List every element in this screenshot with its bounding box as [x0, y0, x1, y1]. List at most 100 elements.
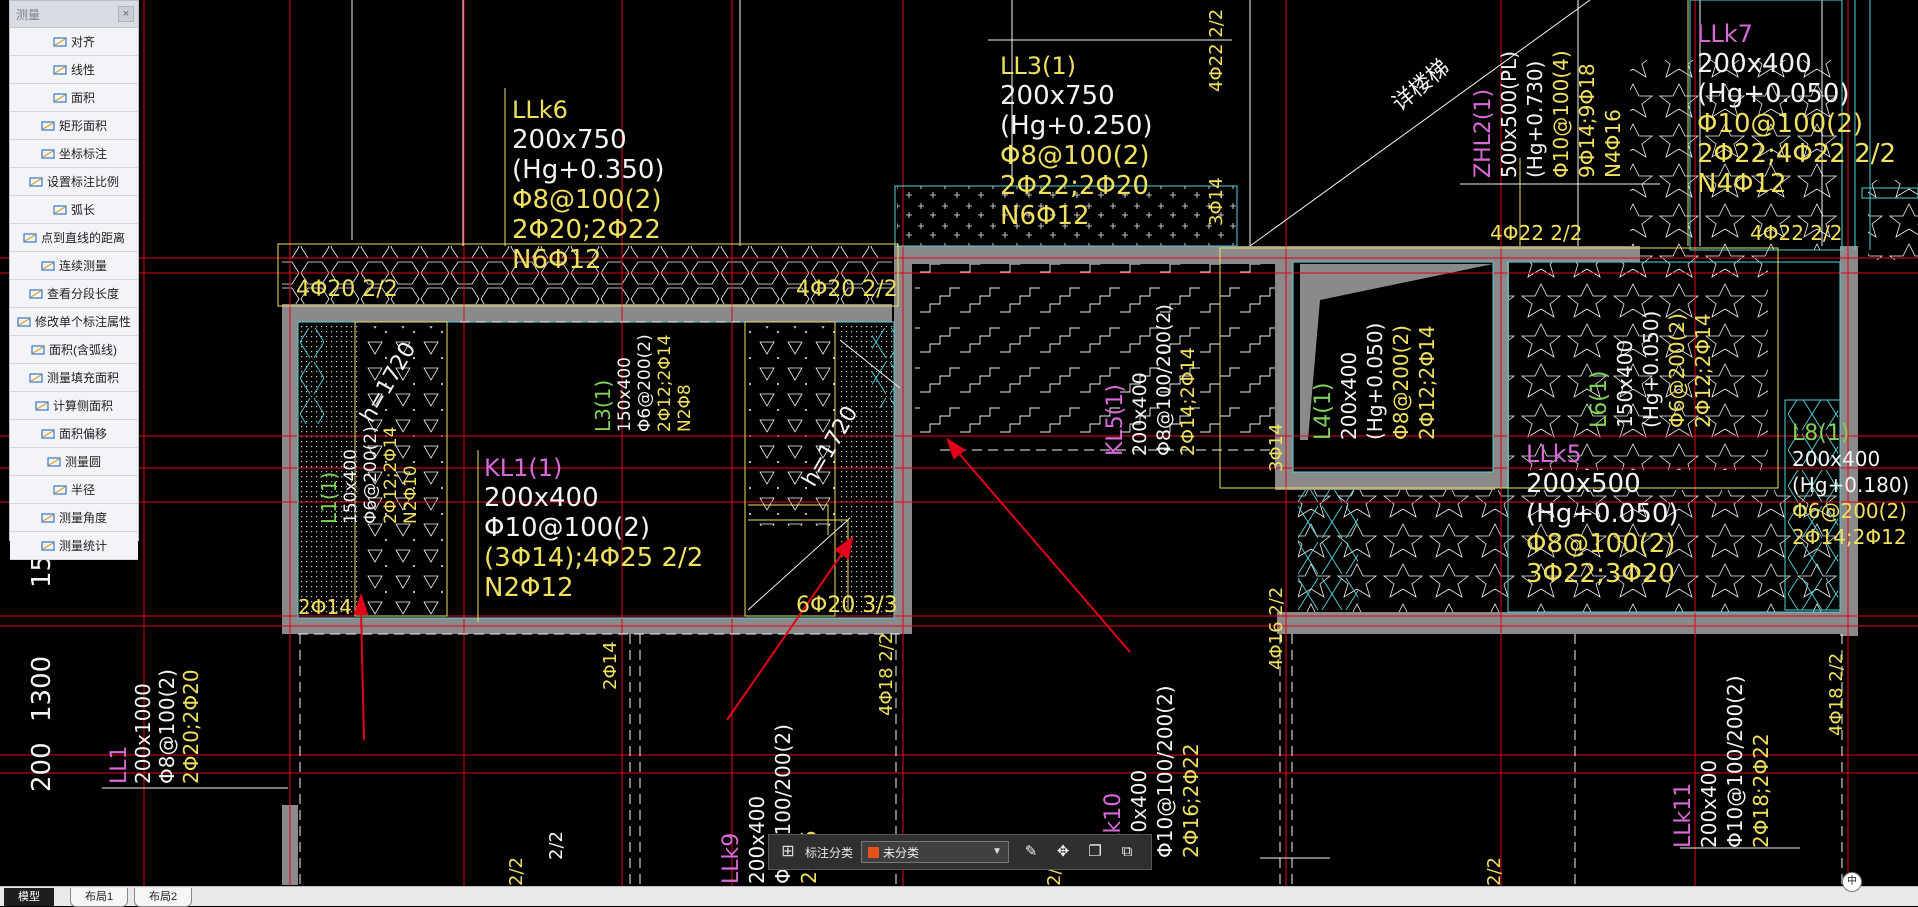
move-icon[interactable]: ✥ [1053, 842, 1073, 862]
rebar-note: 4Φ20 2/2 [296, 277, 398, 302]
continuous-measure-icon [41, 260, 55, 271]
beam-id: ZHL2(1) [1471, 89, 1496, 178]
beam-spec: Φ8@100/200(2) [1153, 304, 1175, 456]
area-offset-icon [41, 428, 55, 439]
beam-spec: Φ10@100/200(2) [1723, 675, 1747, 848]
edit-icon[interactable]: ✎ [1021, 842, 1041, 862]
tool-label: 测量角度 [58, 511, 107, 525]
tool-list: 对齐线性面积 矩形面积坐标标注设置标注比例弧长 点到直线的距离连续测量查看分段长度修… [10, 28, 138, 560]
beam-spec: 2Φ12;2Φ14 [1691, 313, 1715, 428]
beam-spec: 2Φ12;2Φ14 [1415, 325, 1439, 440]
side-area-icon [35, 400, 49, 411]
tool-label: 线性 [70, 63, 95, 77]
radius-icon [53, 484, 67, 495]
rect-area-icon [41, 120, 55, 131]
beam-spec: 2Φ20;2Φ20 [179, 669, 203, 784]
rebar-note: 3Φ14 [1266, 423, 1287, 472]
beam-id: KL1(1) [484, 454, 562, 482]
beam-spec: N2Φ8 [675, 384, 695, 432]
tool-label: 查看分段长度 [46, 287, 119, 301]
annotation-category-select[interactable]: 未分类 ▼ [861, 841, 1010, 863]
beam-spec: 2Φ14;2Φ14 [1177, 347, 1199, 456]
tool-statistics[interactable]: 测量统计 [10, 532, 138, 560]
tab-layout1[interactable]: 布局1 [70, 888, 129, 907]
close-icon[interactable]: × [118, 6, 134, 22]
beam-id: LLk9 [719, 833, 744, 884]
beam-spec: 200x400 [745, 796, 769, 884]
beam-spec: 200x400 [1697, 760, 1721, 848]
category-color-swatch [868, 846, 880, 858]
tool-side-area[interactable]: 计算侧面积 [10, 392, 138, 420]
tool-rect-area[interactable]: 矩形面积 [10, 112, 138, 140]
tool-label: 连续测量 [58, 259, 107, 273]
beam-spec: 2Φ14;2Φ12 [1792, 525, 1907, 549]
beam-spec: 150x400 [1613, 340, 1637, 428]
measure-panel: 测量 × 对齐 线性 面积 矩形面积 坐标标注 设置标注比例 弧长 点到直线的距离 连续测量 查看… [9, 0, 139, 560]
tool-label: 面积偏移 [58, 427, 107, 441]
statistics-icon [41, 540, 55, 551]
layout-tab-bar: 模型 布局1 布局2 [0, 886, 1918, 907]
beam-spec: N6Φ12 [1000, 201, 1090, 231]
linear-dimension-icon [53, 64, 67, 75]
tool-linear-dimension[interactable]: 线性 [10, 56, 138, 84]
rebar-note: 2Φ14 [600, 641, 621, 690]
rebar-note: 4Φ18 2/2 [1826, 653, 1847, 736]
grid-icon[interactable]: ⊞ [779, 843, 797, 861]
beam-spec: Φ10@100(2) [484, 513, 650, 543]
dimension-text: 200 [27, 742, 57, 792]
tool-area-arc[interactable]: 面积(含弧线) [10, 336, 138, 364]
beam-spec: Φ10@100(2) [1697, 109, 1863, 139]
beam-spec: (Hg+0.730) [1523, 61, 1547, 178]
chevron-down-icon: ▼ [992, 846, 1003, 857]
rebar-note: 2/2 [506, 857, 527, 886]
tool-align[interactable]: 对齐 [10, 28, 138, 56]
tool-coordinate[interactable]: 坐标标注 [10, 140, 138, 168]
beam-id: L3(1) [591, 380, 615, 432]
ime-indicator[interactable]: 中 [1842, 872, 1862, 892]
tool-edit-dimension[interactable]: 修改单个标注属性 [10, 308, 138, 336]
beam-spec: N2Φ10 [401, 465, 421, 524]
beam-spec: 3Φ22;3Φ20 [1526, 559, 1675, 589]
copy-icon[interactable]: ❐ [1085, 842, 1105, 862]
beam-spec: 2Φ12;2Φ14 [655, 335, 675, 432]
tool-area[interactable]: 面积 [10, 84, 138, 112]
arc-length-icon [53, 204, 67, 215]
beam-id: KL5(1) [1103, 384, 1128, 456]
beam-spec: 2Φ20;2Φ22 [512, 215, 661, 245]
tool-label: 半径 [70, 483, 95, 497]
beam-spec: (Hg+0.050) [1526, 499, 1679, 529]
tool-label: 对齐 [70, 35, 95, 49]
tool-hatch-area[interactable]: 测量填充面积 [10, 364, 138, 392]
tool-continuous-measure[interactable]: 连续测量 [10, 252, 138, 280]
tool-circle[interactable]: 测量圆 [10, 448, 138, 476]
tool-angle[interactable]: 测量角度 [10, 504, 138, 532]
tool-area-offset[interactable]: 面积偏移 [10, 420, 138, 448]
annotation-arrows[interactable] [353, 437, 1131, 741]
tool-arc-length[interactable]: 弧长 [10, 196, 138, 224]
tool-label: 设置标注比例 [46, 175, 119, 189]
beam-spec: 200x500 [1526, 469, 1641, 499]
tool-segment-length[interactable]: 查看分段长度 [10, 280, 138, 308]
beam-spec: Φ10@100(4) [1549, 50, 1573, 178]
beam-spec: Φ6@200(2) [361, 426, 381, 524]
beam-spec: Φ8@100(2) [1526, 529, 1675, 559]
tool-label: 坐标标注 [58, 147, 107, 161]
annotation-category-label: 标注分类 [805, 845, 854, 860]
rebar-note: 详楼梯 [1388, 55, 1455, 117]
tool-label: 测量圆 [64, 455, 101, 469]
beam-id: LL3(1) [1000, 52, 1076, 80]
tool-point-line-distance[interactable]: 点到直线的距离 [10, 224, 138, 252]
paste-icon[interactable]: ⧉ [1117, 842, 1137, 862]
tool-label: 修改单个标注属性 [34, 315, 131, 329]
beam-spec: Φ8@100(2) [155, 669, 179, 784]
tool-radius[interactable]: 半径 [10, 476, 138, 504]
beam-id: LLk11 [1671, 783, 1696, 848]
tab-layout2[interactable]: 布局2 [134, 888, 193, 907]
hatch-area-icon [29, 372, 43, 383]
beam-spec: 9Φ14;9Φ18 [1575, 63, 1599, 178]
beam-spec: 200x400 [1129, 372, 1151, 456]
cad-drawing-canvas[interactable]: LLk6200x750(Hg+0.350)Φ8@100(2)2Φ20;2Φ22N… [0, 0, 1918, 906]
tool-scale[interactable]: 设置标注比例 [10, 168, 138, 196]
tab-model[interactable]: 模型 [4, 888, 54, 906]
beam-spec: 200x400 [1792, 447, 1880, 471]
